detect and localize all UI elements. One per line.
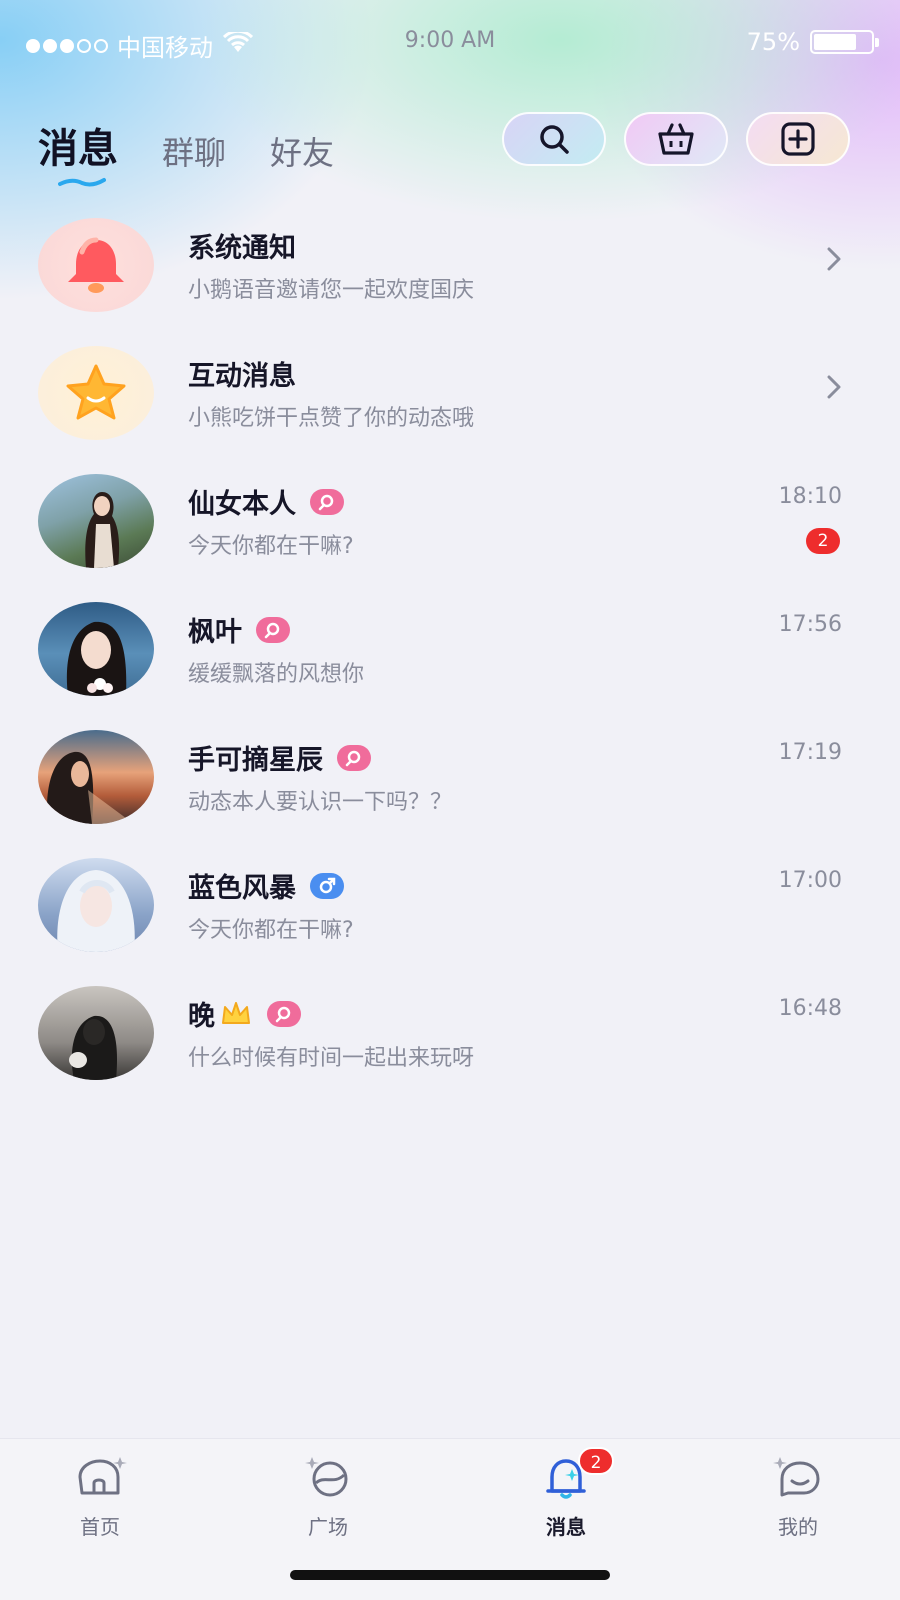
planet-icon [305, 1457, 348, 1497]
conversation-time: 18:10 [778, 484, 842, 509]
interaction-message-row[interactable]: 互动消息 小熊吃饼干点赞了你的动态哦 [0, 340, 900, 468]
basket-button[interactable] [624, 112, 728, 166]
tab-bar: 消息 群聊 好友 [38, 116, 378, 187]
crown-icon [222, 1001, 250, 1024]
conversation-preview: 小熊吃饼干点赞了你的动态哦 [188, 406, 475, 431]
conversation-row[interactable]: 仙女本人 今天你都在干嘛? 18:10 2 [0, 468, 900, 596]
nav-profile[interactable]: 我的 [738, 1453, 858, 1540]
conversation-time: 17:00 [778, 868, 842, 893]
avatar [38, 986, 154, 1080]
conversation-time: 17:56 [778, 612, 842, 637]
avatar [38, 858, 154, 952]
male-icon [310, 872, 344, 899]
conversation-row[interactable]: 蓝色风暴 今天你都在干嘛? 17:00 [0, 852, 900, 980]
search-icon [540, 125, 569, 154]
star-icon [38, 346, 154, 440]
nav-unread-badge: 2 [578, 1447, 614, 1475]
female-icon [337, 744, 371, 771]
conversation-name: 晚 [188, 994, 301, 1033]
battery-icon [810, 30, 879, 54]
nav-home[interactable]: 首页 [40, 1453, 160, 1540]
conversation-list: 系统通知 小鹅语音邀请您一起欢度国庆 互动消息 小熊吃饼干点赞了你的动态哦 仙女… [0, 212, 900, 1108]
header-actions [484, 112, 850, 166]
conversation-time: 17:19 [778, 740, 842, 765]
conversation-preview: 动态本人要认识一下吗？？ [188, 790, 453, 815]
conversation-preview: 缓缓飘落的风想你 [188, 662, 365, 687]
female-icon [267, 1000, 301, 1027]
unread-badge: 2 [806, 528, 840, 554]
avatar [38, 602, 154, 696]
avatar [38, 474, 154, 568]
conversation-preview: 小鹅语音邀请您一起欢度国庆 [188, 278, 475, 303]
conversation-row[interactable]: 枫叶 缓缓飘落的风想你 17:56 [0, 596, 900, 724]
home-icon [78, 1457, 127, 1495]
conversation-time: 16:48 [778, 996, 842, 1021]
conversation-name: 系统通知 [188, 233, 296, 264]
conversation-preview: 今天你都在干嘛? [188, 918, 354, 943]
conversation-name: 互动消息 [188, 361, 296, 392]
basket-icon [658, 123, 694, 155]
conversation-preview: 什么时候有时间一起出来玩呀 [188, 1046, 475, 1071]
avatar [38, 730, 154, 824]
profile-icon [773, 1457, 820, 1497]
conversation-row[interactable]: 晚 什么时候有时间一起出来玩呀 16:48 [0, 980, 900, 1108]
chevron-right-icon [827, 375, 841, 399]
tab-group-chat[interactable]: 群聊 [162, 128, 226, 174]
add-icon [781, 122, 815, 156]
battery-percent: 75% [746, 28, 800, 56]
chevron-right-icon [827, 247, 841, 271]
status-bar: 中国移动 9:00 AM 75% [0, 24, 900, 64]
tab-underline [58, 178, 106, 187]
bell-icon [38, 218, 154, 312]
conversation-name: 手可摘星辰 [188, 738, 371, 777]
conversation-preview: 今天你都在干嘛? [188, 534, 354, 559]
conversation-row[interactable]: 手可摘星辰 动态本人要认识一下吗？？ 17:19 [0, 724, 900, 852]
nav-plaza[interactable]: 广场 [268, 1453, 388, 1540]
system-notice-row[interactable]: 系统通知 小鹅语音邀请您一起欢度国庆 [0, 212, 900, 340]
add-button[interactable] [746, 112, 850, 166]
tab-friends[interactable]: 好友 [270, 128, 334, 174]
tab-messages[interactable]: 消息 [38, 116, 118, 187]
female-icon [310, 488, 344, 515]
conversation-name: 枫叶 [188, 610, 290, 649]
search-button[interactable] [502, 112, 606, 166]
conversation-name: 蓝色风暴 [188, 866, 344, 905]
conversation-name: 仙女本人 [188, 482, 344, 521]
home-indicator [290, 1570, 610, 1580]
female-icon [256, 616, 290, 643]
nav-messages[interactable]: 2 消息 [506, 1447, 626, 1540]
